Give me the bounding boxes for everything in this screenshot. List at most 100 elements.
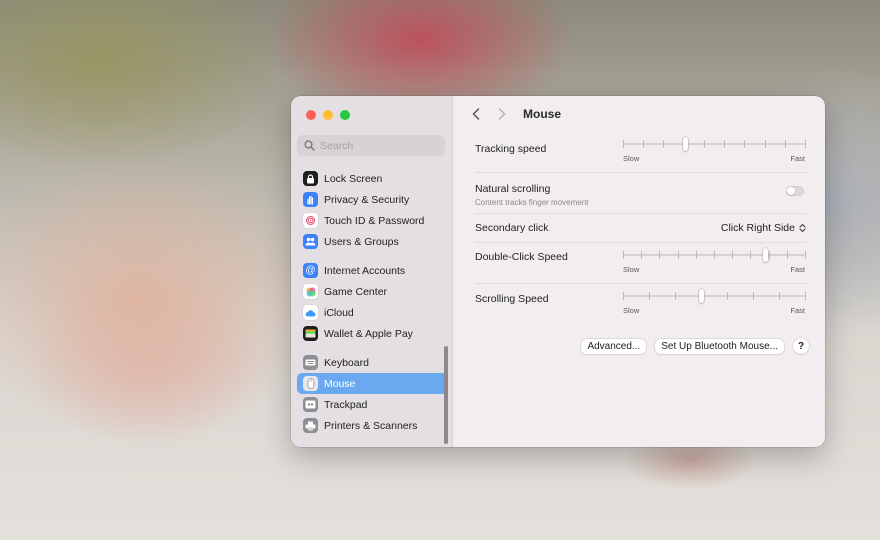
system-settings-window: Lock Screen Privacy & Security Touch ID … [291,96,825,447]
setup-bluetooth-mouse-button[interactable]: Set Up Bluetooth Mouse... [655,338,784,354]
sidebar-item-privacy-security[interactable]: Privacy & Security [297,189,447,210]
sidebar-item-label: Privacy & Security [324,193,410,206]
sidebar-item-lock-screen[interactable]: Lock Screen [297,168,447,189]
sidebar-item-label: Mouse [324,377,356,390]
chevron-updown-icon [799,223,806,233]
natural-scrolling-toggle[interactable] [786,186,804,196]
chevron-left-icon [472,108,480,120]
scrolling-speed-label: Scrolling Speed [475,293,549,305]
natural-scrolling-row: Natural scrolling Content tracks finger … [475,173,806,213]
slider-knob[interactable] [762,248,768,262]
slider-tick [786,251,788,259]
sidebar-item-label: Users & Groups [324,235,399,248]
sidebar-item-label: Lock Screen [324,172,383,185]
close-button[interactable] [306,110,316,120]
game-center-icon [303,284,318,299]
maximize-button[interactable] [340,110,350,120]
help-button[interactable]: ? [793,338,809,354]
sidebar: Lock Screen Privacy & Security Touch ID … [291,96,453,447]
main-pane: Mouse Tracking speed Slow Fast Natural s… [453,96,825,447]
trackpad-icon [303,397,318,412]
slider-track[interactable] [623,248,806,262]
lock-icon [303,171,318,186]
at-icon: @ [303,263,318,278]
back-button[interactable] [467,105,485,123]
search-input[interactable] [318,139,440,152]
sidebar-group-security: Lock Screen Privacy & Security Touch ID … [297,168,447,252]
sidebar-item-label: iCloud [324,306,354,319]
sidebar-item-label: Internet Accounts [324,264,406,277]
slider-tick [714,251,715,259]
sidebar-item-icloud[interactable]: iCloud [297,302,447,323]
slider-knob[interactable] [699,289,705,303]
mouse-icon [303,376,318,391]
sidebar-search[interactable] [297,135,445,156]
minimize-button[interactable] [323,110,333,120]
users-icon [303,234,318,249]
forward-button[interactable] [493,105,511,123]
advanced-button[interactable]: Advanced... [581,338,647,354]
sidebar-item-internet-accounts[interactable]: @ Internet Accounts [297,260,447,281]
sidebar-item-label: Keyboard [324,356,369,369]
slider-tick [744,140,746,148]
page-title: Mouse [523,107,562,121]
double-click-speed-row: Double-Click Speed Slow Fast [475,243,806,283]
sidebar-scrollbar[interactable] [444,346,448,444]
sidebar-item-label: Printers & Scanners [324,419,418,432]
printer-icon [303,418,318,433]
sidebar-item-trackpad[interactable]: Trackpad [297,394,447,415]
slider-tick [753,292,754,300]
keyboard-icon [303,355,318,370]
sidebar-item-label: Touch ID & Password [324,214,425,227]
secondary-click-row: Secondary click Click Right Side [475,214,806,242]
slider-tick [641,251,643,259]
slider-max-label: Fast [790,265,805,274]
sidebar-item-game-center[interactable]: Game Center [297,281,447,302]
sidebar-item-keyboard[interactable]: Keyboard [297,352,447,373]
slider-tick [784,140,786,148]
sidebar-item-wallet[interactable]: Wallet & Apple Pay [297,323,447,344]
toggle-knob [787,187,795,195]
scrolling-speed-slider[interactable]: Slow Fast [623,289,806,315]
slider-tick [805,251,806,259]
sidebar-item-users-groups[interactable]: Users & Groups [297,231,447,252]
hand-icon [303,192,318,207]
slider-tick [764,140,766,148]
window-controls [306,110,350,120]
sidebar-item-label: Game Center [324,285,388,298]
tracking-speed-slider[interactable]: Slow Fast [623,137,806,163]
sidebar-item-label: Trackpad [324,398,368,411]
double-click-speed-slider[interactable]: Slow Fast [623,248,806,274]
wallet-icon [303,326,318,341]
slider-min-label: Slow [623,306,640,315]
search-icon [300,140,318,151]
slider-track[interactable] [623,289,806,303]
natural-scrolling-label: Natural scrolling [475,183,551,195]
slider-tick [768,251,770,259]
slider-tick [677,251,679,259]
secondary-click-popup[interactable]: Click Right Side [721,222,806,234]
slider-tick [727,292,728,300]
slider-tick [724,140,726,148]
slider-tick [703,140,705,148]
sidebar-item-touch-id[interactable]: Touch ID & Password [297,210,447,231]
toolbar: Mouse [453,96,825,132]
slider-max-label: Fast [790,154,805,163]
slider-min-label: Slow [623,154,640,163]
slider-tick [643,140,645,148]
slider-knob[interactable] [682,137,688,151]
cloud-icon [303,305,318,320]
slider-tick [805,140,806,148]
sidebar-item-mouse[interactable]: Mouse [297,373,447,394]
settings-list: Tracking speed Slow Fast Natural scrolli… [475,132,806,324]
sidebar-group-accounts: @ Internet Accounts Game Center iCloud W… [297,260,447,344]
sidebar-item-printers-scanners[interactable]: Printers & Scanners [297,415,447,436]
slider-tick [732,251,734,259]
fingerprint-icon [303,213,318,228]
double-click-speed-label: Double-Click Speed [475,251,568,263]
secondary-click-value: Click Right Side [720,222,795,234]
sidebar-group-devices: Keyboard Mouse Trackpad Printers & Scann… [297,352,447,436]
slider-track[interactable] [623,137,806,151]
scrolling-speed-row: Scrolling Speed Slow Fast [475,284,806,324]
slider-tick [750,251,752,259]
